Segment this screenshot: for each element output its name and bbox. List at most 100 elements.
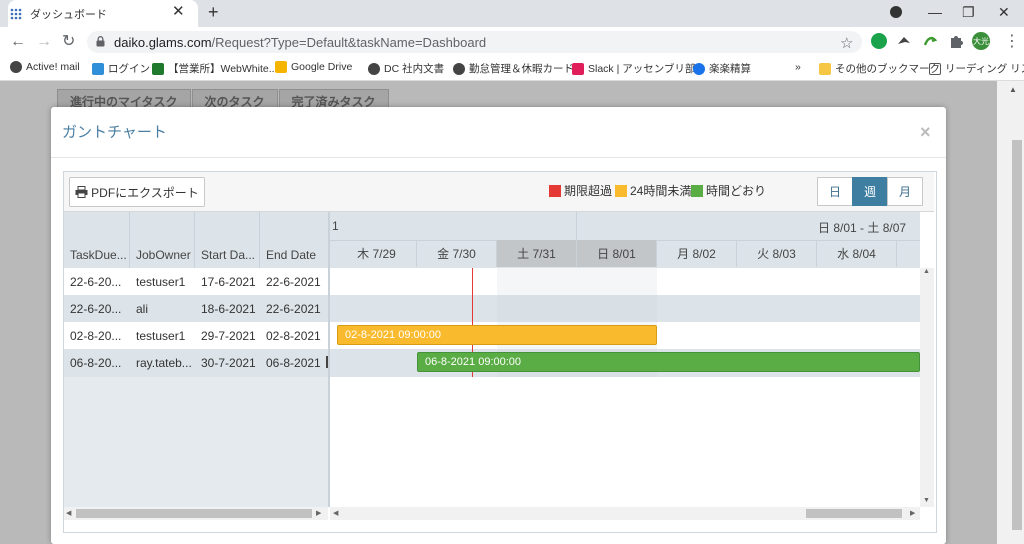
bookmark-label: 楽楽精算: [709, 63, 751, 75]
reading-list-icon: [929, 62, 941, 75]
url-text: daiko.glams.com/Request?Type=Default&tas…: [114, 35, 486, 50]
timeline-day-weekend: 日 8/01: [577, 240, 657, 267]
scroll-up-arrow-icon[interactable]: ▲: [1009, 85, 1017, 94]
bookmark-item[interactable]: DC 社内文書: [368, 61, 444, 76]
browser-menu-icon[interactable]: ⋮: [1004, 33, 1020, 51]
close-window-button[interactable]: ✕: [998, 4, 1010, 20]
cell-end-date: 02-8-2021: [266, 329, 321, 343]
timeline-day: 水 8/04: [817, 240, 897, 267]
export-pdf-label: PDFにエクスポート: [91, 185, 199, 200]
timeline-scroll-left-icon[interactable]: ◀: [333, 509, 338, 517]
cell-task-due: 22-6-20...: [70, 275, 122, 289]
bookmark-label: 勤怠管理＆休暇カード: [469, 63, 574, 75]
modal-divider: [51, 157, 946, 158]
grid-header-start-date: Start Da...: [201, 248, 256, 262]
gantt-bar-due-soon[interactable]: 02-8-2021 09:00:00: [337, 325, 657, 345]
tree-icon: [152, 62, 164, 75]
legend-label-under-24h: 24時間未満: [630, 184, 692, 198]
view-week-button[interactable]: 週: [852, 177, 888, 206]
cell-job-owner: testuser1: [136, 275, 186, 289]
grid-header-end-date: End Date: [266, 248, 317, 262]
gantt-bar-on-time[interactable]: 06-8-2021 09:00:00: [417, 352, 920, 372]
reading-list-label: リーディング リスト: [945, 63, 1024, 75]
grid-scroll-left-icon[interactable]: ◀: [66, 509, 71, 517]
view-day-button[interactable]: 日: [817, 177, 853, 206]
lock-icon[interactable]: [96, 36, 105, 47]
bookmark-item[interactable]: ログイン: [92, 61, 150, 76]
reload-icon[interactable]: ↻: [62, 33, 75, 51]
timeline-day-weekend: 土 7/31: [497, 240, 577, 267]
bookmarks-overflow-button[interactable]: »: [795, 61, 801, 73]
legend-overdue: 期限超過: [549, 182, 612, 199]
timeline-scroll-down-icon[interactable]: ▼: [923, 497, 930, 504]
cell-task-due: 02-8-20...: [70, 329, 122, 343]
bg-tab-my-tasks: 進行中のマイタスク: [57, 89, 191, 109]
c-icon: [92, 62, 104, 75]
bookmark-label: Slack | アッセンブリ部...: [588, 63, 705, 75]
bookmark-label: Active! mail: [26, 61, 80, 73]
timeline-scroll-right-icon[interactable]: ▶: [910, 509, 915, 517]
view-month-button[interactable]: 月: [887, 177, 923, 206]
bookmark-label: 【営業所】WebWhite...: [168, 63, 278, 75]
profile-indicator-icon[interactable]: [890, 6, 902, 18]
dashboard-favicon-icon: [10, 8, 22, 20]
url-host: daiko.glams.com: [114, 35, 212, 50]
grid-scroll-right-icon[interactable]: ▶: [316, 509, 321, 517]
cell-task-due: 06-8-20...: [70, 356, 122, 370]
legend-under-24h: 24時間未満: [615, 182, 691, 199]
bookmark-star-icon[interactable]: ☆: [840, 34, 853, 52]
extensions-puzzle-icon[interactable]: [948, 33, 964, 49]
other-bookmarks-label: その他のブックマーク: [835, 63, 940, 75]
globe-icon: [10, 61, 22, 73]
bookmark-label: ログイン: [108, 63, 150, 75]
legend-label-overdue: 期限超過: [564, 184, 613, 198]
timeline-day: 火 8/03: [737, 240, 817, 267]
cell-job-owner: testuser1: [136, 329, 186, 343]
timeline-scroll-up-icon[interactable]: ▲: [923, 268, 930, 275]
week-divider: [576, 212, 577, 240]
timeline-week-prev-label: 1: [332, 219, 339, 233]
bookmark-item[interactable]: Slack | アッセンブリ部...: [572, 61, 704, 76]
bookmark-label: Google Drive: [291, 61, 353, 73]
cell-end-date: 22-6-2021: [266, 302, 321, 316]
restore-button[interactable]: ❐: [962, 4, 975, 20]
bookmark-item[interactable]: Google Drive: [275, 61, 352, 73]
forward-arrow-icon[interactable]: →: [36, 33, 52, 51]
cell-end-date: 06-8-2021: [266, 356, 321, 370]
back-arrow-icon[interactable]: ←: [10, 33, 26, 51]
cell-job-owner: ali: [136, 302, 149, 316]
modal-title: ガントチャート: [62, 124, 167, 141]
cell-task-due: 22-6-20...: [70, 302, 122, 316]
reading-list[interactable]: リーディング リスト: [929, 61, 1024, 76]
other-bookmarks[interactable]: その他のブックマーク: [819, 61, 940, 76]
bookmark-item[interactable]: Active! mail: [10, 61, 80, 73]
modal-close-icon[interactable]: ×: [920, 122, 931, 143]
legend-on-time: 時間どおり: [691, 182, 766, 199]
timeline-vertical-scrollbar[interactable]: [920, 268, 934, 507]
tab-close-icon[interactable]: ✕: [172, 4, 185, 20]
timeline-day: 木 7/29: [337, 240, 417, 267]
bookmark-item[interactable]: 【営業所】WebWhite...: [152, 61, 278, 76]
extension-green-icon[interactable]: [871, 33, 887, 49]
timeline-week-label: 日 8/01 - 土 8/07: [818, 221, 907, 235]
extension-arrow-icon[interactable]: [922, 33, 938, 49]
page-scroll-thumb[interactable]: [1012, 140, 1022, 530]
background-task-tabs: 進行中のマイタスク 次のタスク 完了済みタスク: [57, 89, 390, 109]
cell-start-date: 29-7-2021: [201, 329, 256, 343]
legend-swatch-on-time: [691, 184, 703, 197]
globe-icon: [368, 62, 380, 75]
grid-header-task-due: TaskDue...: [70, 248, 127, 262]
bg-tab-completed-tasks: 完了済みタスク: [278, 89, 389, 109]
timeline-horizontal-thumb[interactable]: [806, 509, 902, 518]
grid-horizontal-thumb[interactable]: [76, 509, 312, 518]
bookmark-item[interactable]: 勤怠管理＆休暇カード: [453, 61, 574, 76]
minimize-button[interactable]: —: [928, 4, 942, 20]
timeline-day: 金 7/30: [417, 240, 497, 267]
legend-swatch-under-24h: [615, 184, 627, 197]
extension-bird-icon[interactable]: [896, 33, 912, 49]
new-tab-button[interactable]: +: [208, 3, 219, 21]
cell-start-date: 30-7-2021: [201, 356, 256, 370]
export-pdf-button[interactable]: PDFにエクスポート: [69, 177, 205, 207]
bookmark-item[interactable]: 楽楽精算: [693, 61, 751, 76]
profile-avatar[interactable]: 大光: [972, 32, 990, 50]
